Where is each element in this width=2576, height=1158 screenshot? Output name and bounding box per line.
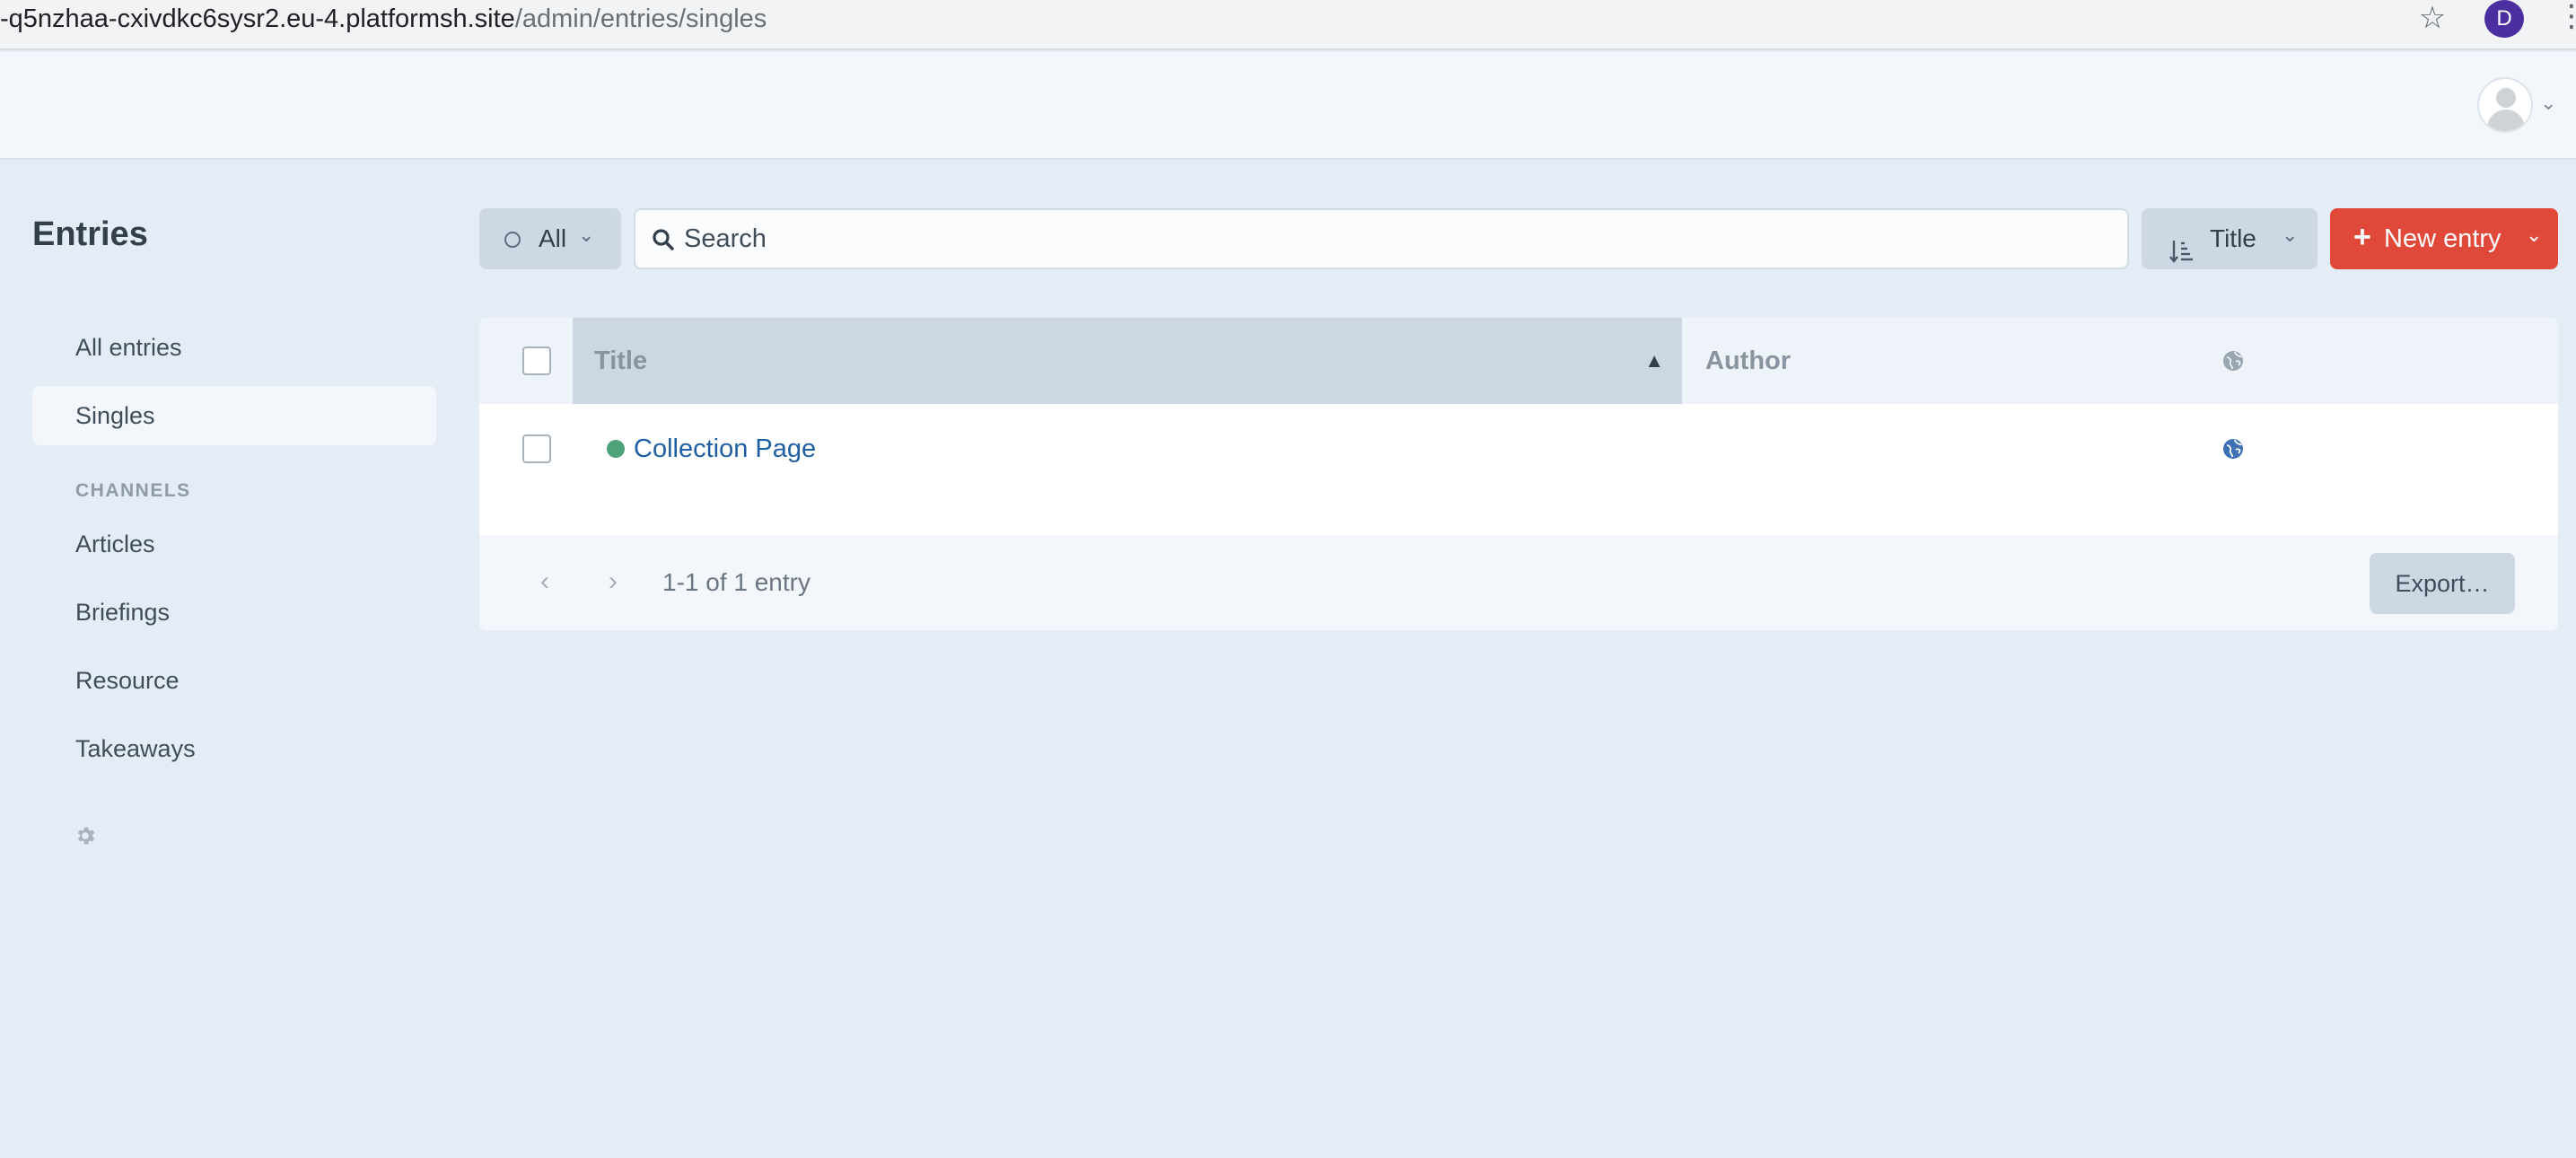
- search-box[interactable]: [634, 208, 2129, 269]
- globe-icon: [2222, 350, 2244, 372]
- url-field[interactable]: -q5nzhaa-cxivdkc6sysr2.eu-4.platformsh.s…: [0, 0, 2464, 39]
- url-host: -q5nzhaa-cxivdkc6sysr2.eu-4.platformsh.s…: [0, 4, 515, 33]
- sort-button[interactable]: Title ⌄: [2142, 208, 2318, 269]
- chevron-down-icon[interactable]: ⌄: [2526, 205, 2542, 266]
- entries-table: Title ▲ Author Collection Page ‹ › 1-1 o…: [479, 318, 2558, 630]
- sidebar-item-resource[interactable]: Resource: [32, 651, 436, 710]
- sidebar-item-briefings[interactable]: Briefings: [32, 583, 436, 642]
- sidebar: Entries All entries Singles CHANNELS Art…: [0, 160, 467, 1158]
- plus-icon: +: [2353, 220, 2371, 254]
- toolbar: All ⌄ Title ⌄ + New entry ⌄: [479, 208, 2558, 269]
- column-header-title[interactable]: Title ▲: [573, 318, 1682, 404]
- browser-menu-icon[interactable]: ⋮: [2556, 0, 2576, 38]
- new-entry-button[interactable]: + New entry ⌄: [2330, 208, 2558, 269]
- bookmark-star-icon[interactable]: ☆: [2414, 0, 2450, 38]
- sort-icon: [2169, 226, 2194, 263]
- url-path: /admin/entries/singles: [514, 4, 767, 33]
- row-checkbox[interactable]: [522, 434, 551, 463]
- gear-icon[interactable]: [74, 824, 97, 847]
- status-filter-label: All: [539, 224, 567, 252]
- search-input[interactable]: [684, 217, 2102, 260]
- account-menu[interactable]: ⌄: [2477, 77, 2562, 133]
- sidebar-item-articles[interactable]: Articles: [32, 514, 436, 574]
- browser-address-bar: -q5nzhaa-cxivdkc6sysr2.eu-4.platformsh.s…: [0, 0, 2576, 50]
- page-title: Entries: [32, 215, 148, 253]
- chevron-down-icon: ⌄: [2540, 92, 2557, 114]
- sort-label: Title: [2210, 224, 2256, 252]
- table-header: Title ▲ Author: [479, 318, 2558, 404]
- table-footer: ‹ › 1-1 of 1 entry Export…: [479, 535, 2558, 630]
- chevron-left-icon[interactable]: ‹: [531, 564, 558, 600]
- column-header-author[interactable]: Author: [1705, 318, 1791, 404]
- entry-title-link[interactable]: Collection Page: [634, 404, 816, 494]
- sidebar-item-singles[interactable]: Singles: [32, 386, 436, 445]
- search-icon: [650, 226, 677, 253]
- app-header: ⌄: [0, 52, 2576, 160]
- pagination-count: 1-1 of 1 entry: [662, 568, 810, 596]
- sidebar-item-all-entries[interactable]: All entries: [32, 318, 436, 377]
- export-button[interactable]: Export…: [2370, 553, 2515, 614]
- status-live-icon: [607, 440, 625, 458]
- sidebar-item-takeaways[interactable]: Takeaways: [32, 719, 436, 778]
- select-all-checkbox[interactable]: [522, 347, 551, 375]
- sort-ascending-icon: ▲: [1644, 349, 1664, 372]
- channels-heading: CHANNELS: [75, 480, 191, 501]
- browser-profile-avatar[interactable]: D: [2484, 0, 2524, 38]
- chevron-down-icon: ⌄: [578, 224, 595, 246]
- new-entry-label: New entry: [2384, 224, 2502, 253]
- globe-icon: [2222, 438, 2244, 460]
- status-filter-button[interactable]: All ⌄: [479, 208, 621, 269]
- chevron-down-icon: ⌄: [2282, 224, 2299, 246]
- user-avatar-icon: [2477, 77, 2533, 133]
- column-title-label: Title: [594, 347, 648, 375]
- select-all-cell: [479, 318, 573, 404]
- status-circle-icon: [504, 232, 521, 248]
- chevron-right-icon[interactable]: ›: [600, 564, 626, 600]
- table-row: Collection Page: [479, 404, 2558, 494]
